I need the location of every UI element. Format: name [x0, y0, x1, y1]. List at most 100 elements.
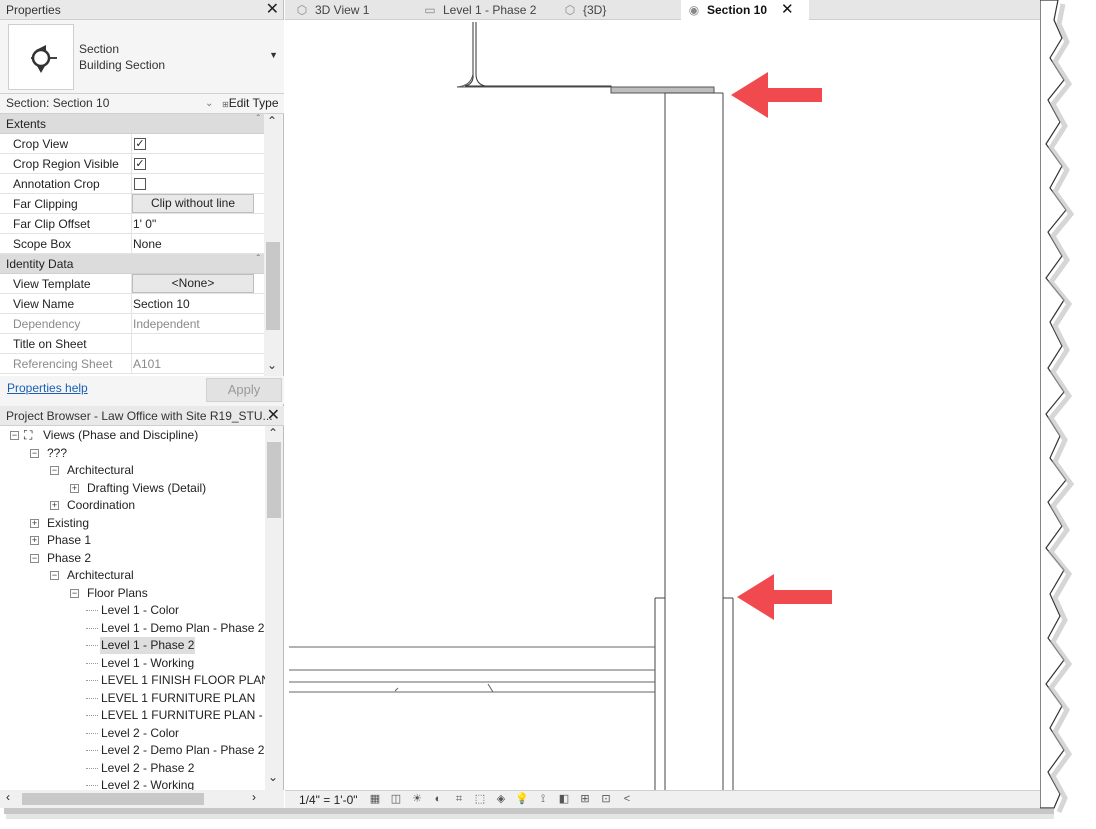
checkbox-checked[interactable]: ✓	[134, 138, 146, 150]
tree-node[interactable]: + Drafting Views (Detail)	[0, 480, 265, 497]
checkbox-checked[interactable]: ✓	[134, 158, 146, 170]
edit-type-button[interactable]: ⊞Edit Type	[222, 94, 279, 113]
worksharing-icon[interactable]: ⊞	[577, 792, 593, 807]
property-group-label: Identity Data	[6, 257, 74, 271]
tree-node[interactable]: Level 1 - Demo Plan - Phase 2	[0, 620, 265, 637]
checkbox-unchecked[interactable]	[134, 178, 146, 190]
drawing-canvas[interactable]	[285, 20, 1055, 790]
tree-horizontal-scrollbar[interactable]: ‹ ›	[0, 790, 284, 808]
tree-connector	[86, 785, 98, 786]
tree-node[interactable]: Level 2 - Phase 2	[0, 760, 265, 777]
scroll-right-icon[interactable]: ›	[252, 790, 256, 804]
properties-scrollbar[interactable]: ⌃ ⌄	[264, 114, 282, 376]
expand-icon[interactable]: +	[50, 501, 59, 510]
collapse-icon[interactable]: −	[30, 553, 39, 563]
property-group-header[interactable]: Identity Data ˆ	[0, 254, 264, 274]
tree-connector	[86, 767, 98, 769]
collapse-group-icon[interactable]: ˆ	[257, 250, 260, 270]
tree-node[interactable]: + Existing	[0, 515, 265, 532]
tree-node[interactable]: Level 1 - Color	[0, 602, 265, 619]
property-group-header[interactable]: Extents ˆ	[0, 114, 264, 134]
expand-icon[interactable]: +	[30, 536, 39, 545]
property-row: Far Clip Offset 1' 0"	[0, 214, 264, 234]
property-value-cell[interactable]: 1' 0"	[131, 214, 264, 234]
tree-node-label: Phase 1	[47, 533, 92, 547]
property-row: Scope Box None	[0, 234, 264, 254]
visual-style-icon[interactable]: ◫	[388, 792, 404, 807]
show-crop-icon[interactable]: ⬚	[472, 792, 488, 807]
properties-scroll-thumb[interactable]	[266, 242, 280, 330]
detail-level-icon[interactable]: ▦	[367, 792, 383, 807]
tree-node[interactable]: − Architectural	[0, 567, 265, 584]
properties-help-link[interactable]: Properties help	[7, 381, 88, 395]
wall-section	[654, 92, 734, 790]
collapse-group-icon[interactable]: ˆ	[257, 114, 260, 130]
collapse-icon[interactable]: −	[70, 588, 79, 598]
property-value-cell[interactable]: Section 10	[131, 294, 264, 314]
tree-scroll-thumb[interactable]	[267, 442, 281, 518]
tree-node[interactable]: LEVEL 1 FURNITURE PLAN	[0, 690, 265, 707]
tree-scrollbar[interactable]: ⌃ ⌄	[265, 426, 283, 790]
expand-icon[interactable]: +	[30, 518, 39, 528]
property-value-cell[interactable]	[131, 334, 264, 354]
view-tab[interactable]: ◉ Section 10 ✕	[681, 0, 809, 20]
property-value-cell[interactable]	[131, 174, 264, 194]
highlight-displacement-icon[interactable]: ◧	[556, 792, 572, 807]
tree-node[interactable]: + Phase 1	[0, 532, 265, 549]
tree-node[interactable]: − Architectural	[0, 462, 265, 479]
view-scale[interactable]: 1/4" = 1'-0"	[299, 792, 358, 808]
tree-node[interactable]: + Coordination	[0, 497, 265, 514]
tree-node-label: Level 1 - Color	[101, 603, 180, 617]
tree-node[interactable]: Level 2 - Demo Plan - Phase 2	[0, 742, 265, 759]
properties-close-icon[interactable]: ✕	[266, 0, 279, 20]
collapse-icon[interactable]: −	[50, 466, 59, 475]
property-value-cell[interactable]: <None>	[131, 274, 264, 294]
scroll-up-icon[interactable]: ⌃	[268, 426, 278, 440]
project-browser-close-icon[interactable]: ✕	[267, 406, 280, 426]
scroll-down-icon[interactable]: ⌄	[268, 770, 278, 784]
property-value-cell[interactable]: Clip without line	[131, 194, 264, 214]
analytical-icon[interactable]: ⟟	[535, 792, 551, 807]
apply-button[interactable]: Apply	[206, 378, 282, 402]
collapse-icon[interactable]: −	[50, 571, 59, 580]
tree-node[interactable]: LEVEL 1 FURNITURE PLAN - LOBBY	[0, 707, 265, 724]
scroll-left-icon[interactable]: ‹	[6, 790, 10, 804]
property-value	[132, 337, 133, 351]
collapse-icon[interactable]: −	[10, 431, 19, 440]
type-selector[interactable]: Section Building Section ▼	[0, 20, 284, 94]
tree-node[interactable]: Level 2 - Color	[0, 725, 265, 742]
reveal-hidden-icon[interactable]: 💡	[514, 792, 530, 807]
sun-path-icon[interactable]: ☀	[409, 792, 425, 807]
view-tab[interactable]: ⬡ 3D View 1	[289, 0, 409, 20]
shadows-icon[interactable]: ◐	[430, 792, 446, 807]
property-value-cell[interactable]: None	[131, 234, 264, 254]
property-button[interactable]: <None>	[132, 274, 254, 293]
tree-node[interactable]: −???	[0, 445, 265, 462]
scroll-left-icon[interactable]: <	[619, 792, 635, 807]
tree-node[interactable]: Level 2 - Working	[0, 777, 265, 790]
temp-hide-icon[interactable]: ◈	[493, 792, 509, 807]
property-value-cell: A101	[131, 354, 264, 374]
tree-node[interactable]: Level 1 - Phase 2	[0, 637, 265, 654]
property-value-cell[interactable]: ✓	[131, 134, 264, 154]
chevron-down-icon[interactable]: ⌄	[205, 94, 213, 113]
scroll-down-icon[interactable]: ⌄	[267, 358, 277, 372]
instance-filter-select[interactable]: Section: Section 10	[0, 94, 220, 113]
constraints-icon[interactable]: ⊡	[598, 792, 614, 807]
property-button[interactable]: Clip without line	[132, 194, 254, 213]
tree-node[interactable]: − Phase 2	[0, 550, 265, 567]
type-dropdown-arrow-icon[interactable]: ▼	[269, 50, 278, 60]
tree-node[interactable]: LEVEL 1 FINISH FLOOR PLAN	[0, 672, 265, 689]
property-value-cell[interactable]: ✓	[131, 154, 264, 174]
view-tab[interactable]: ⬡ {3D}	[557, 0, 667, 20]
view-tab[interactable]: ▭ Level 1 - Phase 2	[417, 0, 549, 20]
scroll-up-icon[interactable]: ⌃	[267, 114, 277, 128]
tree-node[interactable]: − ⛶ Views (Phase and Discipline)	[0, 427, 265, 444]
tree-node[interactable]: Level 1 - Working	[0, 655, 265, 672]
expand-icon[interactable]: +	[70, 483, 79, 493]
close-tab-icon[interactable]: ✕	[781, 1, 794, 18]
crop-view-icon[interactable]: ⌗	[451, 792, 467, 807]
collapse-icon[interactable]: −	[30, 448, 39, 458]
tree-node[interactable]: − Floor Plans	[0, 585, 265, 602]
tree-hscroll-thumb[interactable]	[22, 793, 204, 805]
